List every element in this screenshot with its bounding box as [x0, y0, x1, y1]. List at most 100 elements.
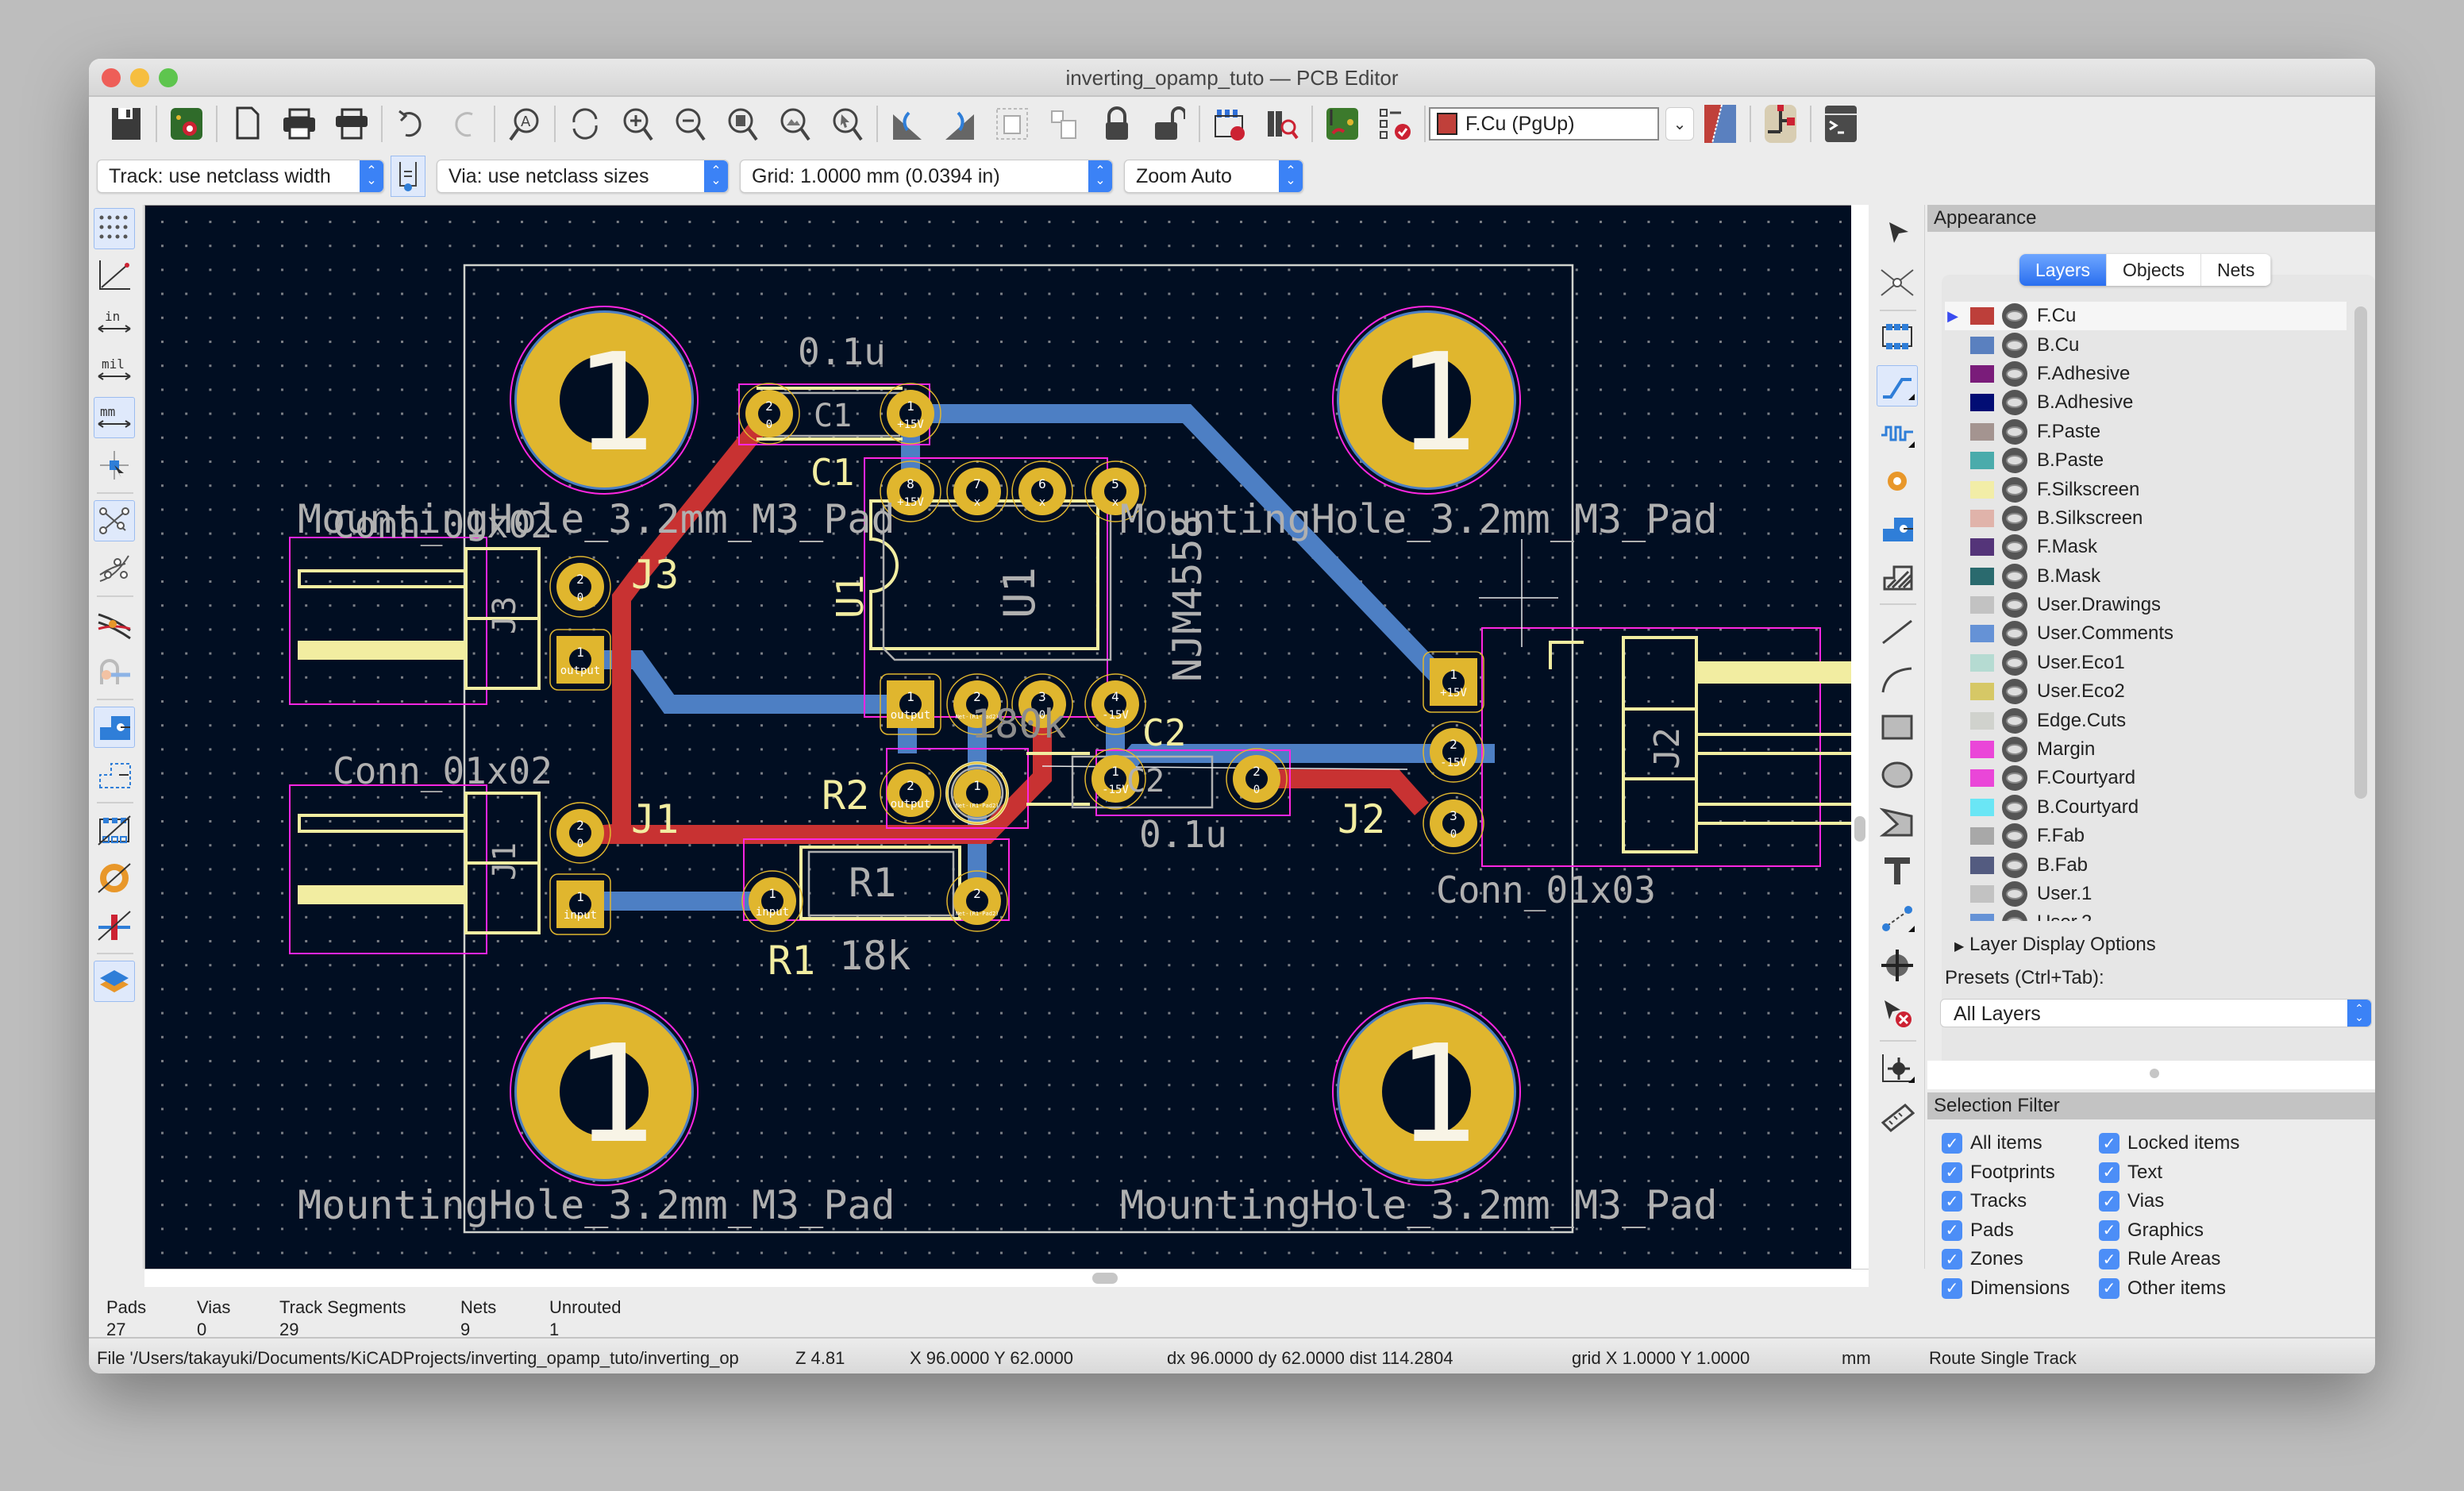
layer-color-swatch[interactable]: [1970, 596, 1994, 615]
eye-icon[interactable]: [2002, 649, 2027, 676]
eye-icon[interactable]: [2002, 910, 2027, 921]
canvas-horizontal-scrollbar[interactable]: [144, 1269, 1869, 1287]
add-footprint-icon[interactable]: [1877, 316, 1918, 357]
add-text-icon[interactable]: [1877, 850, 1918, 891]
pad-j2-1[interactable]: 1 +15V: [1423, 651, 1484, 713]
draw-rectangle-icon[interactable]: [1877, 707, 1918, 748]
pad-r2-1[interactable]: 1 Net-(R1-Pad2): [946, 762, 1008, 824]
tab-nets[interactable]: Nets: [2201, 254, 2272, 286]
eye-icon[interactable]: [2002, 505, 2027, 531]
layer-list-scroll-thumb[interactable]: [2354, 306, 2367, 799]
layer-row-b-mask[interactable]: B.Mask: [1945, 562, 2347, 591]
eye-icon[interactable]: [2002, 534, 2027, 561]
pad-j1-2[interactable]: 20: [549, 802, 611, 864]
select-icon[interactable]: [1877, 213, 1918, 254]
zoom-selection-icon[interactable]: [828, 105, 866, 143]
route-track-icon[interactable]: [1877, 365, 1918, 406]
eye-icon[interactable]: [2002, 303, 2027, 329]
layer-row-user-eco1[interactable]: User.Eco1: [1945, 649, 2347, 677]
footprint-outline-icon[interactable]: [94, 810, 135, 851]
rotate-ccw-icon[interactable]: [888, 105, 926, 143]
filter-footprints[interactable]: ✓ Footprints: [1942, 1162, 2055, 1184]
pcb-canvas[interactable]: 1111 2 0 1 +15V 8 +15V 7 x 6 x 5 x 1 out…: [144, 205, 1861, 1270]
checkbox[interactable]: ✓: [2099, 1133, 2119, 1154]
eye-icon[interactable]: [2002, 360, 2027, 387]
checkbox[interactable]: ✓: [2099, 1219, 2119, 1241]
add-via-icon[interactable]: [1877, 460, 1918, 502]
layer-row-user-eco2[interactable]: User.Eco2: [1945, 677, 2347, 706]
eye-icon[interactable]: [2002, 881, 2027, 907]
pad-u1-6[interactable]: 6x: [1011, 460, 1073, 522]
active-layer-dropdown-button[interactable]: ⌄: [1665, 107, 1694, 141]
checkbox[interactable]: ✓: [1942, 1133, 1962, 1154]
group-icon[interactable]: [993, 105, 1031, 143]
zoom-select[interactable]: Zoom Auto ⌃ ⌄: [1124, 160, 1303, 193]
pad-r2-2[interactable]: 2 output: [880, 762, 941, 824]
pad-fill-icon[interactable]: [94, 707, 135, 748]
pad-u1-1[interactable]: 1 output: [880, 673, 941, 735]
checkbox[interactable]: ✓: [1942, 1162, 1962, 1183]
layer-row-user-2[interactable]: User.2: [1945, 908, 2347, 921]
layer-list-scrollbar[interactable]: [2354, 306, 2367, 799]
checkbox[interactable]: ✓: [1942, 1191, 1962, 1212]
layer-color-swatch[interactable]: [1970, 885, 1994, 903]
pad-r1-1[interactable]: 1 input: [741, 870, 803, 932]
filter-all-items[interactable]: ✓ All items: [1942, 1132, 2042, 1154]
scripting-console-icon[interactable]: [1822, 105, 1860, 143]
board-setup-icon[interactable]: [167, 105, 206, 143]
layer-row-f-cu[interactable]: ▶ F.Cu: [1945, 302, 2347, 331]
grid-select[interactable]: Grid: 1.0000 mm (0.0394 in) ⌃ ⌄: [740, 160, 1113, 193]
mounting-hole[interactable]: 1: [514, 310, 694, 490]
layer-row-f-fab[interactable]: F.Fab: [1945, 822, 2347, 850]
layer-color-swatch[interactable]: [1970, 856, 1994, 874]
layer-row-margin[interactable]: Margin: [1945, 735, 2347, 764]
draw-line-icon[interactable]: [1877, 611, 1918, 653]
filter-text[interactable]: ✓ Text: [2099, 1162, 2162, 1184]
layer-color-swatch[interactable]: [1970, 827, 1994, 846]
layer-color-swatch[interactable]: [1970, 625, 1994, 643]
pad-j2-3[interactable]: 30: [1423, 792, 1484, 854]
layer-row-f-mask[interactable]: F.Mask: [1945, 533, 2347, 561]
eye-icon[interactable]: [2002, 592, 2027, 618]
draw-circle-icon[interactable]: [1877, 754, 1918, 796]
grid-toggle-icon[interactable]: [94, 208, 135, 249]
tab-objects[interactable]: Objects: [2107, 254, 2202, 286]
layer-row-user-drawings[interactable]: User.Drawings: [1945, 591, 2347, 619]
zoom-out-icon[interactable]: [671, 105, 709, 143]
rotate-cw-icon[interactable]: [941, 105, 979, 143]
filter-rule-areas[interactable]: ✓ Rule Areas: [2099, 1248, 2220, 1270]
zoom-objects-icon[interactable]: [776, 105, 814, 143]
pad-j3-1[interactable]: 1 output: [549, 629, 611, 691]
drc-icon[interactable]: [1376, 105, 1414, 143]
checkbox[interactable]: ✓: [2099, 1191, 2119, 1212]
pad-r1-2[interactable]: 2 Net-(R1-Pad2): [946, 870, 1008, 932]
layer-color-swatch[interactable]: [1970, 538, 1994, 557]
layer-row-b-adhesive[interactable]: B.Adhesive: [1945, 388, 2347, 417]
eye-icon[interactable]: [2002, 707, 2027, 734]
layer-pair-icon[interactable]: [1701, 105, 1739, 143]
pad-j1-1[interactable]: 1 input: [549, 873, 611, 935]
checkbox[interactable]: ✓: [1942, 1219, 1962, 1241]
footprint-editor-icon[interactable]: [1211, 105, 1249, 143]
layer-color-swatch[interactable]: [1970, 336, 1994, 354]
zoom-stepper[interactable]: ⌃ ⌄: [1279, 160, 1303, 192]
lock-icon[interactable]: [1098, 105, 1136, 143]
draw-arc-icon[interactable]: [1877, 659, 1918, 700]
layer-row-f-silkscreen[interactable]: F.Silkscreen: [1945, 475, 2347, 503]
layer-row-b-cu[interactable]: B.Cu: [1945, 330, 2347, 359]
units-inch-icon[interactable]: in: [94, 302, 135, 343]
pad-u1-4[interactable]: 4 -15V: [1084, 673, 1146, 735]
track-outline-icon[interactable]: [94, 651, 135, 692]
via-size-select[interactable]: Via: use netclass sizes ⌃ ⌄: [437, 160, 729, 193]
draw-polygon-icon[interactable]: [1877, 802, 1918, 843]
track-width-select[interactable]: Track: use netclass width ⌃ ⌄: [97, 160, 384, 193]
page-settings-icon[interactable]: [228, 105, 266, 143]
add-dimension-icon[interactable]: [1877, 897, 1918, 938]
tune-length-icon[interactable]: [1877, 413, 1918, 454]
curved-ratsnest-icon[interactable]: [94, 548, 135, 589]
eye-icon[interactable]: [2002, 563, 2027, 589]
layer-color-swatch[interactable]: [1970, 452, 1994, 470]
vertical-scroll-thumb[interactable]: [1854, 816, 1865, 842]
eye-icon[interactable]: [2002, 621, 2027, 647]
layer-color-swatch[interactable]: [1970, 364, 1994, 383]
